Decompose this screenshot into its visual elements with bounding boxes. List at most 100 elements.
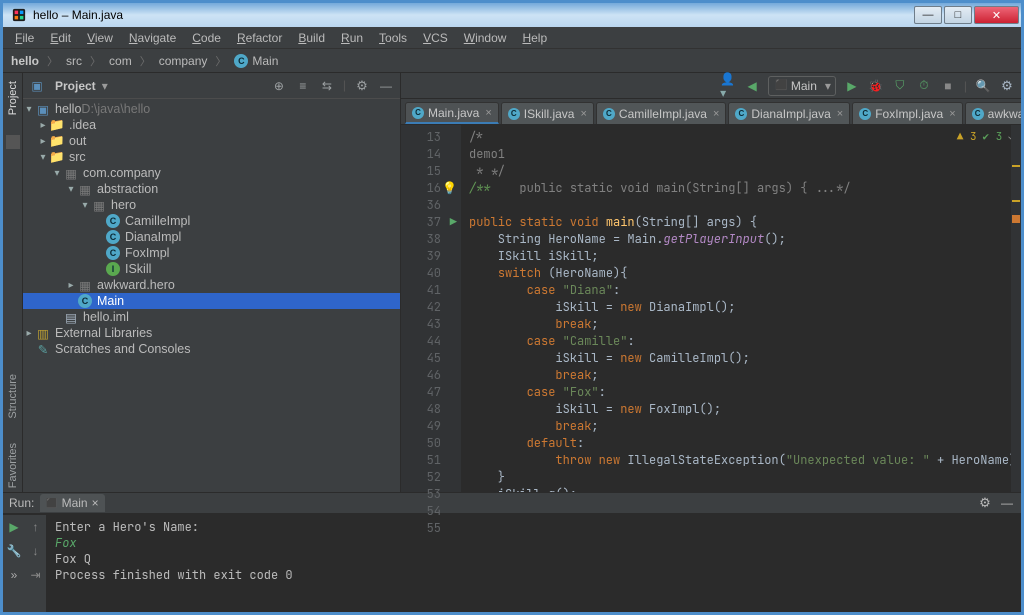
tool-tab-project[interactable]: Project [7,77,19,119]
console-output[interactable]: Enter a Hero's Name:FoxFox QProcess fini… [47,515,1021,612]
debug-icon[interactable]: 🐞 [868,78,884,94]
crumb-com[interactable]: com [107,52,134,70]
tree-node-hero[interactable]: ▾▦hero [23,197,400,213]
tree-node-iskill[interactable]: IISkill [23,261,400,277]
tree-node-out[interactable]: ▸📁out [23,133,400,149]
gear-icon[interactable]: ⚙ [977,495,993,511]
menu-edit[interactable]: Edit [44,29,77,47]
app-icon [11,7,27,23]
tree-node-com-company[interactable]: ▾▦com.company [23,165,400,181]
run-panel-tab[interactable]: ⬛ Main × [40,494,104,512]
menu-file[interactable]: File [9,29,40,47]
editor-tab-main-java[interactable]: CMain.java× [405,102,499,124]
profile-icon[interactable]: ⏱ [916,78,932,94]
wrench-icon[interactable]: 🔧 [6,543,22,559]
folder-icon: ▣ [29,79,45,93]
crumb-src[interactable]: src [64,52,84,70]
expand-icon[interactable]: ≡ [295,78,311,94]
chevron-right-icon: 〉 [45,53,60,69]
window-minimize-button[interactable]: — [914,6,942,24]
tool-icon[interactable] [6,135,20,149]
menu-run[interactable]: Run [335,29,369,47]
close-icon[interactable]: × [485,107,491,119]
project-tree[interactable]: ▾▣hello D:\java\hello▸📁.idea▸📁out▾📁src▾▦… [23,99,400,492]
tree-node-main[interactable]: CMain [23,293,400,309]
run-panel-title: Run: [9,496,34,510]
menu-build[interactable]: Build [292,29,331,47]
tree-node-src[interactable]: ▾📁src [23,149,400,165]
search-icon[interactable]: 🔍 [975,78,991,94]
tree-node-hello[interactable]: ▾▣hello D:\java\hello [23,101,400,117]
tree-node-dianaimpl[interactable]: CDianaImpl [23,229,400,245]
tree-node--idea[interactable]: ▸📁.idea [23,117,400,133]
window-maximize-button[interactable]: □ [944,6,972,24]
user-icon[interactable]: 👤▾ [720,78,736,94]
window-titlebar[interactable]: hello – Main.java — □ ✕ [3,3,1021,27]
tree-node-abstraction[interactable]: ▾▦abstraction [23,181,400,197]
close-icon[interactable]: × [713,108,719,120]
close-icon[interactable]: × [580,108,586,120]
error-stripe[interactable] [1011,125,1021,492]
tree-node-camilleimpl[interactable]: CCamilleImpl [23,213,400,229]
run-config-label: Main [791,79,817,93]
up-icon[interactable]: ↑ [28,519,44,535]
rerun-icon[interactable]: ▶ [6,519,22,535]
code-editor[interactable]: 13141516💡3637▶38394041424344454647484950… [401,125,1021,492]
tool-tab-favorites[interactable]: Favorites [7,439,19,492]
tree-node-hello-iml[interactable]: ▤hello.iml [23,309,400,325]
gear-icon[interactable]: ⚙ [354,78,370,94]
ok-indicator[interactable]: ✔ 3 [983,129,1003,146]
chevron-right-icon: 〉 [213,53,228,69]
chevron-down-icon[interactable]: ▾ [102,79,108,93]
editor-tabs: CMain.java×CISkill.java×CCamilleImpl.jav… [401,99,1021,125]
editor-tab-camilleimpl-java[interactable]: CCamilleImpl.java× [596,102,726,124]
settings-icon[interactable]: ⚙ [999,78,1015,94]
menu-navigate[interactable]: Navigate [123,29,182,47]
editor-tab-iskill-java[interactable]: CISkill.java× [501,102,594,124]
breadcrumb-bar: hello〉src〉com〉company〉CMain [3,49,1021,73]
menu-refactor[interactable]: Refactor [231,29,288,47]
chevron-right-icon: 〉 [138,53,153,69]
down-icon[interactable]: ↓ [28,543,44,559]
soft-wrap-icon[interactable]: ⇥ [28,567,44,583]
main-toolbar: 👤▾ ◀ ⬛ Main ▶ 🐞 ⛉ ⏱ ■ | 🔍 ⚙ [401,73,1021,99]
locate-icon[interactable]: ⊕ [271,78,287,94]
menu-code[interactable]: Code [186,29,227,47]
tree-node-scratches-and-consoles[interactable]: ✎Scratches and Consoles [23,341,400,357]
editor-tab-dianaimpl-java[interactable]: CDianaImpl.java× [728,102,850,124]
close-icon[interactable]: × [837,108,843,120]
play-icon[interactable]: ▶ [844,78,860,94]
warnings-indicator[interactable]: ▲ 3 [957,129,977,146]
coverage-icon[interactable]: ⛉ [892,78,908,94]
crumb-hello[interactable]: hello [9,52,41,70]
hide-icon[interactable]: — [999,495,1015,511]
hide-icon[interactable]: — [378,78,394,94]
menubar: FileEditViewNavigateCodeRefactorBuildRun… [3,27,1021,49]
stop-icon[interactable]: ■ [940,78,956,94]
collapse-icon[interactable]: ⇆ [319,78,335,94]
project-header: ▣ Project ▾ ⊕ ≡ ⇆ | ⚙ — [23,73,400,99]
window-close-button[interactable]: ✕ [974,6,1019,24]
editor-tab-awkward-fox-jav-[interactable]: Cawkward\...\Fox.jav...× [965,102,1021,124]
tree-node-foximpl[interactable]: CFoxImpl [23,245,400,261]
close-icon[interactable]: × [92,496,99,510]
tree-node-awkward-hero[interactable]: ▸▦awkward.hero [23,277,400,293]
run-panel-header: Run: ⬛ Main × ⚙ — [3,492,1021,514]
editor-tab-foximpl-java[interactable]: CFoxImpl.java× [852,102,962,124]
menu-window[interactable]: Window [458,29,513,47]
back-arrow-icon[interactable]: ◀ [744,78,760,94]
tree-node-external-libraries[interactable]: ▸▥External Libraries [23,325,400,341]
crumb-main[interactable]: CMain [232,52,280,70]
menu-help[interactable]: Help [516,29,553,47]
crumb-company[interactable]: company [157,52,210,70]
close-icon[interactable]: × [949,108,955,120]
run-config-combo[interactable]: ⬛ Main [768,76,836,96]
run-panel: ▶ 🔧 » ↑ ↓ ⇥ Enter a Hero's Name:FoxFox Q… [3,514,1021,612]
left-tool-strip: Project Structure Favorites [3,73,23,492]
project-panel-title: Project [55,79,96,93]
menu-vcs[interactable]: VCS [417,29,454,47]
menu-view[interactable]: View [81,29,119,47]
more-icon[interactable]: » [6,567,22,583]
menu-tools[interactable]: Tools [373,29,413,47]
tool-tab-structure[interactable]: Structure [7,370,19,423]
